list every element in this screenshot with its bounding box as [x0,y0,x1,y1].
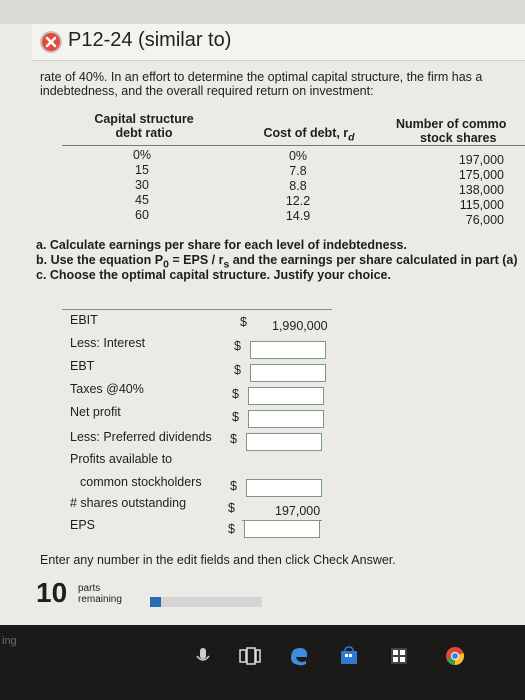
intro-line: indebtedness, and the overall required r… [40,84,374,98]
table-cell: 45 [135,193,149,207]
task-view-icon[interactable] [238,645,261,667]
interest-input[interactable] [250,341,326,359]
parts-remaining-count: 10 [36,577,68,608]
net-profit-dollar: $ [232,410,239,424]
preferred-dividends-input[interactable] [246,433,322,451]
incorrect-x-icon [40,31,62,53]
worksheet-divider [62,309,332,310]
calculator-icon[interactable] [388,645,410,667]
ebt-dollar: $ [234,363,241,377]
question-parts: a. Calculate earnings per share for each… [36,238,518,283]
shares-outstanding-dollar: $ [228,501,235,515]
interest-label: Less: Interest [70,336,146,350]
table-cell: 14.9 [285,209,311,223]
question-screen: P12-24 (similar to) rate of 40%. In an e… [0,0,525,625]
table-cell: 60 [135,208,149,222]
debt-ratio-column: 0% 15 30 45 60 [112,148,172,223]
table-cell: 0% [288,149,308,163]
browser-top-bar [0,0,525,24]
table-cell: 0% [132,148,152,162]
eps-label: EPS [70,518,96,532]
part-b: b. Use the equation P0 = EPS / rs and th… [36,253,518,271]
shares-outstanding-value: 197,000 [275,504,321,518]
store-icon[interactable] [338,645,360,667]
ebt-label: EBT [70,359,95,373]
profits-available-dollar: $ [230,479,237,493]
ebt-input[interactable] [250,364,326,382]
eps-input[interactable] [244,520,320,538]
table-cell: 76,000 [465,213,504,227]
preferred-dividends-dollar: $ [230,432,237,446]
taxes-dollar: $ [232,387,239,401]
table-header-divider [62,145,525,146]
intro-line: rate of 40%. In an effort to determine t… [40,70,483,84]
problem-intro: rate of 40%. In an effort to determine t… [40,70,525,98]
header-cost-of-debt: Cost of debt, rd [263,126,355,144]
table-cell: 12.2 [285,194,311,208]
table-cell: 30 [135,178,149,192]
preferred-dividends-label: Less: Preferred dividends [70,430,212,444]
table-cell: 115,000 [459,198,504,212]
taxes-input[interactable] [248,387,324,405]
instruction-text: Enter any number in the edit fields and … [40,553,396,567]
header-number-of-shares: Number of commo stock shares [396,117,507,145]
edge-icon[interactable] [288,645,310,667]
parts-remaining-label: parts remaining [78,583,122,605]
table-cell: 15 [135,163,149,177]
shares-column: 197,000 175,000 138,000 115,000 76,000 [424,153,504,228]
ebit-dollar: $ [240,315,247,329]
interest-dollar: $ [234,339,241,353]
part-a: a. Calculate earnings per share for each… [36,238,407,252]
taxes-label: Taxes @40% [70,382,144,396]
profits-available-input[interactable] [246,479,322,497]
cost-of-debt-column: 0% 7.8 8.8 12.2 14.9 [268,149,328,224]
chrome-icon[interactable] [444,645,466,667]
table-cell: 197,000 [458,153,504,167]
taskbar: ing [0,625,525,700]
question-title: P12-24 (similar to) [68,29,232,51]
question-header: P12-24 (similar to) [32,24,525,61]
ebit-label: EBIT [70,313,98,327]
table-cell: 7.8 [289,164,307,178]
part-c: c. Choose the optimal capital structure.… [36,268,391,282]
microphone-icon[interactable] [192,645,214,667]
common-stockholders-label: common stockholders [80,475,202,489]
profits-available-label: Profits available to [70,452,173,466]
header-capital-structure: Capital structure debt ratio [94,112,194,140]
table-cell: 8.8 [289,179,307,193]
progress-fill [150,597,162,607]
net-profit-input[interactable] [248,410,324,428]
parts-progress-bar [150,597,262,607]
shares-outstanding-label: # shares outstanding [70,496,187,510]
ebit-value: 1,990,000 [272,319,328,333]
table-cell: 138,000 [458,183,504,197]
eps-dollar: $ [228,522,235,536]
taskbar-text: ing [2,635,17,647]
table-cell: 175,000 [458,168,504,182]
net-profit-label: Net profit [70,405,121,419]
